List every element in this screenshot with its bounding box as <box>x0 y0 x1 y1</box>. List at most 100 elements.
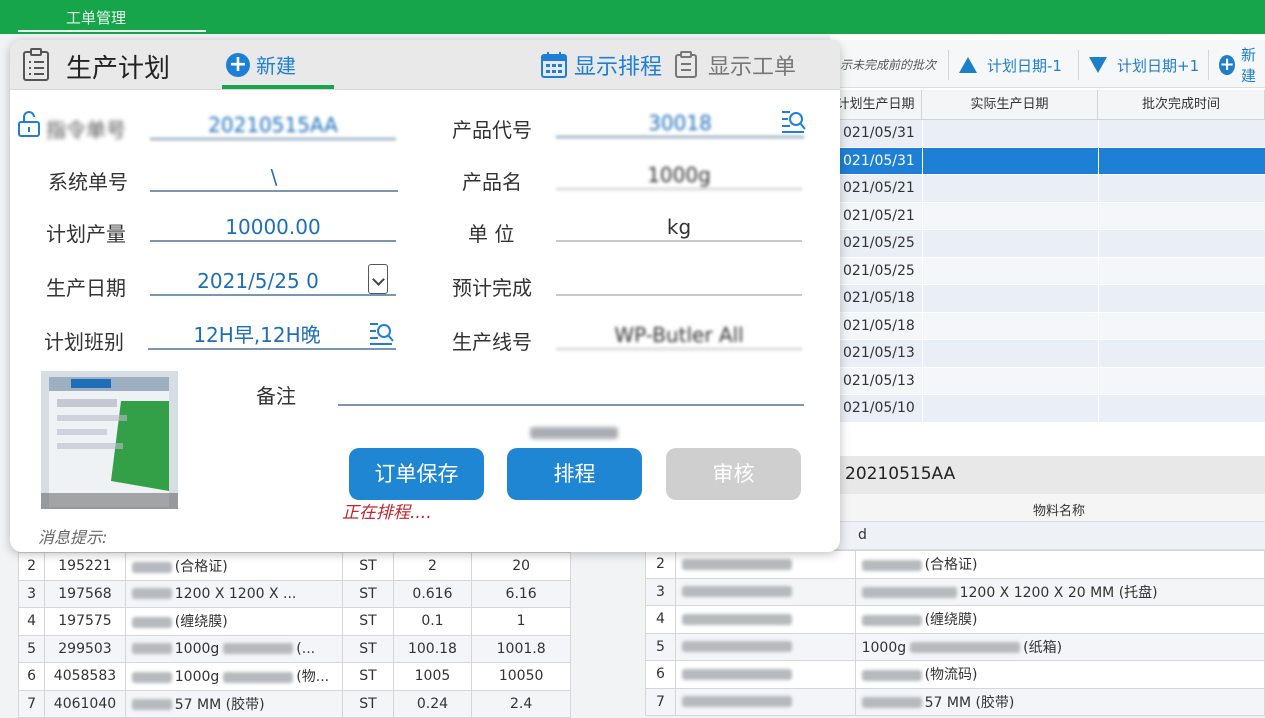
table-row[interactable]: 4 197575 (缠绕膜) ST 0.1 1 <box>17 607 571 636</box>
batch-row[interactable]: 021/05/13 <box>840 340 1265 368</box>
plan-date-prev-button[interactable]: 计划日期-1 <box>948 50 1062 80</box>
cell-material: (合格证) <box>854 550 1265 579</box>
actual-date-cell <box>922 257 1098 284</box>
actual-date-cell <box>922 367 1098 394</box>
batch-row[interactable]: 021/05/25 <box>840 257 1265 285</box>
cell-n: 7 <box>645 687 676 716</box>
cell-unit: ST <box>342 689 394 718</box>
col-batch-complete-header[interactable]: 批次完成时间 <box>1098 90 1265 120</box>
product-name-field[interactable]: 1000g <box>556 160 802 190</box>
cell-unit: ST <box>342 634 394 663</box>
approve-button[interactable]: 审核 <box>666 448 801 500</box>
new-plan-label: 新建 <box>256 54 296 78</box>
shift-field[interactable]: 12H早,12H晚 <box>148 320 396 350</box>
search-list-icon[interactable] <box>780 108 806 134</box>
clipboard-icon <box>675 51 697 78</box>
col-actual-date-header[interactable]: 实际生产日期 <box>922 90 1098 120</box>
new-plan-button[interactable]: + 新建 <box>226 50 296 79</box>
table-row[interactable]: 2 195221 (合格证) ST 2 20 <box>17 552 571 581</box>
prod-date-label: 生产日期 <box>46 276 126 300</box>
redacted-text <box>861 559 922 571</box>
plan-qty-field[interactable]: 10000.00 <box>150 212 396 242</box>
unlock-icon[interactable] <box>16 110 42 138</box>
table-row[interactable]: 5 299503 1000g (... ST 100.18 1001.8 <box>17 634 571 663</box>
order-no-field[interactable]: 20210515AA <box>150 110 396 140</box>
batch-row[interactable]: 021/05/25 <box>840 230 1265 258</box>
show-unfinished-label[interactable]: 示未完成前的批次 <box>840 56 936 73</box>
redacted-text <box>131 643 172 655</box>
tab-work-order-management[interactable]: 工单管理 <box>66 7 126 28</box>
cell-unit: ST <box>342 552 394 581</box>
cell-a: 0.616 <box>392 579 473 608</box>
search-list-icon[interactable] <box>368 320 394 346</box>
redacted-text <box>861 587 957 599</box>
clipboard-list-icon <box>23 48 49 81</box>
remark-field[interactable] <box>338 376 804 406</box>
batch-complete-cell <box>1098 395 1265 422</box>
dialog-header: 生产计划 + 新建 显示排程 显示工单 <box>10 40 840 90</box>
material-name: (合格证) <box>174 559 228 576</box>
cell-code <box>674 550 856 579</box>
system-no-field[interactable]: \ <box>150 162 398 192</box>
redacted-text <box>131 671 172 683</box>
cell-b: 6.16 <box>471 579 571 608</box>
unit-field[interactable]: kg <box>556 212 802 242</box>
table-row[interactable]: 3 197568 1200 X 1200 X ... ST 0.616 6.16 <box>17 579 571 608</box>
product-image <box>41 371 178 509</box>
material-name: 57 MM (胶带) <box>924 694 1015 711</box>
line-no-field[interactable]: WP-Butler All <box>556 320 802 350</box>
table-row[interactable]: 7 4061040 57 MM (胶带) ST 0.24 2.4 <box>17 689 571 718</box>
message-label: 消息提示: <box>38 528 108 547</box>
actual-date-cell <box>922 147 1098 174</box>
cell-n: 2 <box>645 550 676 579</box>
material-name-header[interactable]: 物料名称 <box>1033 500 1085 519</box>
table-row[interactable]: 6 4058583 1000g (物... ST 1005 10050 <box>17 662 571 691</box>
show-schedule-button[interactable]: 显示排程 <box>540 49 662 81</box>
plan-date-cell: 021/05/21 <box>843 180 915 196</box>
batch-row[interactable]: 021/05/21 <box>840 202 1265 230</box>
batch-row[interactable]: 021/05/31 <box>840 120 1265 148</box>
table-row[interactable]: 3 1200 X 1200 X 20 MM (托盘) <box>645 577 1265 606</box>
batch-row[interactable]: 021/05/18 <box>840 312 1265 340</box>
batch-complete-cell <box>1098 147 1265 174</box>
table-row[interactable]: 2 (合格证) <box>645 550 1265 579</box>
table-row[interactable]: 4 (缠绕膜) <box>645 605 1265 634</box>
product-bag-image <box>41 371 178 509</box>
batch-row[interactable]: 021/05/31 <box>840 147 1265 175</box>
bom-right-table: 2 (合格证) 3 1200 X 1200 X 20 MM (托盘) 4 (缠绕膜) 5 10… <box>645 550 1265 716</box>
batch-row[interactable]: 021/05/10 <box>840 395 1265 423</box>
table-row[interactable]: 6 (物流码) <box>645 660 1265 689</box>
plan-date-cell: 021/05/31 <box>843 152 915 169</box>
table-row[interactable]: 7 57 MM (胶带) <box>645 687 1265 716</box>
redacted-text <box>681 696 792 708</box>
batch-new-button[interactable]: + 新建 <box>1208 46 1265 85</box>
material-name-suffix: (纸箱) <box>1023 639 1063 656</box>
cell-material: (缠绕膜) <box>854 605 1265 634</box>
expected-complete-field[interactable] <box>556 266 802 296</box>
cell-n: 3 <box>17 579 46 608</box>
material-name: 1200 X 1200 X ... <box>174 585 297 602</box>
schedule-button[interactable]: 排程 <box>507 448 642 500</box>
batch-row[interactable]: 021/05/21 <box>840 175 1265 203</box>
cell-unit: ST <box>342 579 394 608</box>
save-order-button[interactable]: 订单保存 <box>349 448 484 500</box>
material-name: 1000g <box>174 669 220 686</box>
actual-date-cell <box>922 340 1098 367</box>
material-name: (合格证) <box>924 557 978 574</box>
prod-date-field[interactable]: 2021/5/25 0 <box>150 264 396 296</box>
product-code-label: 产品代号 <box>452 118 532 142</box>
col-plan-date-header[interactable]: 计划生产日期 <box>830 90 922 120</box>
batch-complete-cell <box>1098 230 1265 257</box>
table-row[interactable]: 5 1000g (纸箱) <box>645 632 1265 661</box>
batch-row[interactable]: 021/05/13 <box>840 367 1265 395</box>
cell-n: 6 <box>17 662 46 691</box>
show-order-button[interactable]: 显示工单 <box>674 49 796 81</box>
triangle-down-icon <box>1089 57 1107 73</box>
triangle-up-icon <box>959 57 977 73</box>
chevron-down-icon[interactable] <box>368 264 388 294</box>
batch-row[interactable]: 021/05/18 <box>840 285 1265 313</box>
cell-material: 57 MM (胶带) <box>854 687 1265 716</box>
product-code-field[interactable]: 30018 <box>556 108 804 138</box>
cell-b: 2.4 <box>471 689 571 718</box>
plan-date-next-button[interactable]: 计划日期+1 <box>1078 50 1199 80</box>
